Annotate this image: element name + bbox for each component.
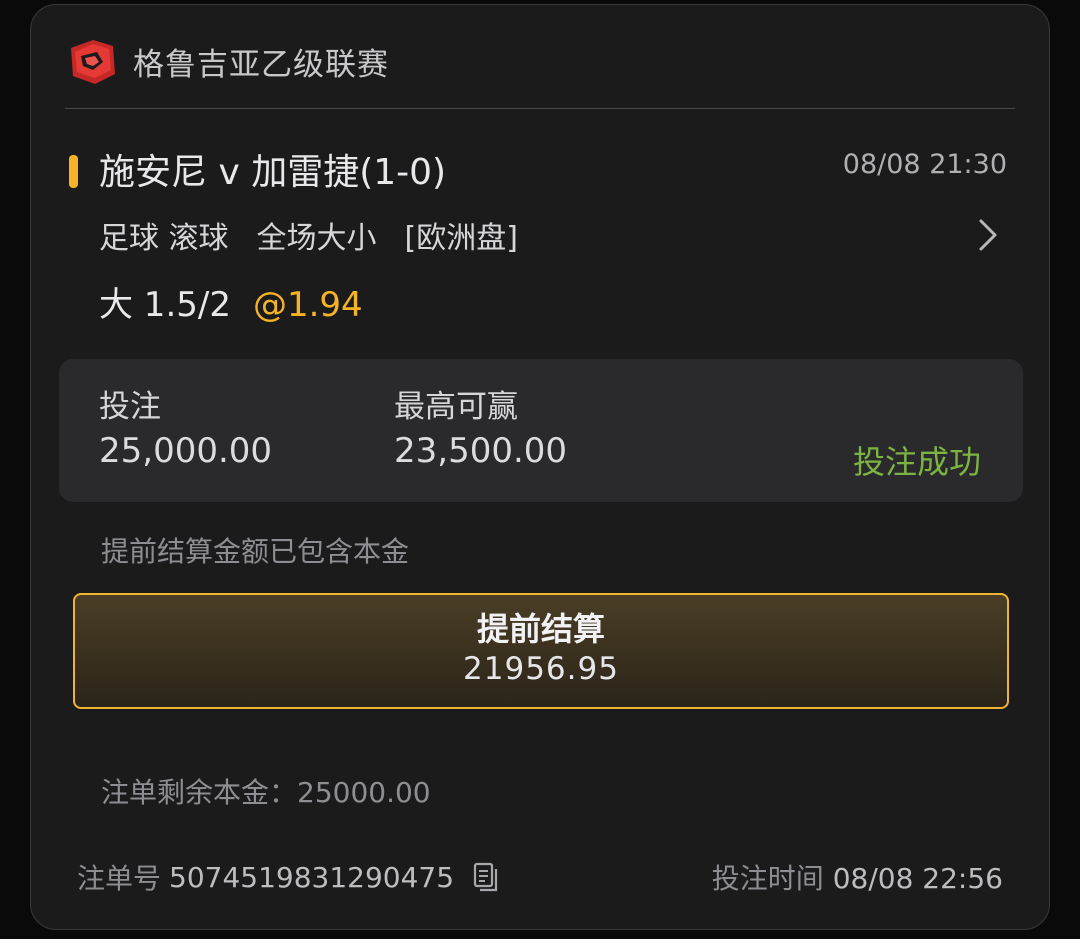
- bet-time-row: 投注时间 08/08 22:56: [712, 857, 1003, 897]
- stake-label: 投注: [99, 389, 161, 425]
- league-name: 格鲁吉亚乙级联赛: [133, 46, 389, 83]
- market-label: 全场大小: [256, 221, 377, 256]
- order-label: 注单号: [77, 862, 162, 895]
- stake-column: 投注 25,000.00: [99, 387, 272, 475]
- selection-label: 大 1.5/2: [99, 285, 231, 325]
- bet-time-value: 08/08 22:56: [832, 862, 1003, 895]
- market-sport-mode: 足球 滚球: [99, 213, 229, 257]
- cashout-note: 提前结算金额已包含本金: [101, 535, 410, 568]
- selection-row: 大 1.5/2 @1.94: [99, 277, 363, 326]
- bet-slip-card: 格鲁吉亚乙级联赛 施安尼 v 加雷捷(1-0) 08/08 21:30 足球 滚…: [30, 4, 1050, 930]
- cashout-amount: 21956.95: [463, 651, 619, 687]
- mode-label: 滚球: [168, 221, 229, 256]
- max-win-label: 最高可赢: [394, 389, 518, 425]
- league-badge-icon: [71, 40, 115, 84]
- divider: [65, 108, 1015, 109]
- odds-type-label: [欧洲盘]: [404, 221, 518, 256]
- copy-icon[interactable]: [472, 861, 500, 893]
- status-badge: 投注成功: [852, 443, 981, 481]
- max-win-value: 23,500.00: [394, 431, 568, 471]
- cashout-label: 提前结算: [476, 610, 605, 648]
- odds-value: @1.94: [252, 285, 363, 325]
- bet-time-label: 投注时间: [711, 862, 824, 895]
- league-header: 格鲁吉亚乙级联赛: [65, 33, 389, 89]
- remaining-principal: 注单剩余本金：25000.00: [101, 771, 431, 811]
- remaining-value: 25000.00: [297, 776, 431, 809]
- order-number-row: 注单号 5074519831290475: [77, 857, 500, 897]
- remaining-label: 注单剩余本金：: [101, 776, 298, 809]
- match-accent-bar: [69, 155, 78, 188]
- stake-panel: 投注 25,000.00 最高可赢 23,500.00 投注成功: [59, 359, 1023, 502]
- market-info: 足球 滚球 全场大小 [欧洲盘]: [99, 213, 518, 257]
- max-win-column: 最高可赢 23,500.00: [394, 387, 567, 475]
- chevron-right-icon[interactable]: [975, 215, 1001, 255]
- sport-label: 足球: [99, 221, 159, 256]
- stake-value: 25,000.00: [99, 431, 273, 471]
- order-number: 5074519831290475: [169, 860, 455, 894]
- cashout-button[interactable]: 提前结算 21956.95: [73, 593, 1009, 709]
- match-time: 08/08 21:30: [842, 149, 1007, 180]
- match-title: 施安尼 v 加雷捷(1-0): [99, 152, 447, 193]
